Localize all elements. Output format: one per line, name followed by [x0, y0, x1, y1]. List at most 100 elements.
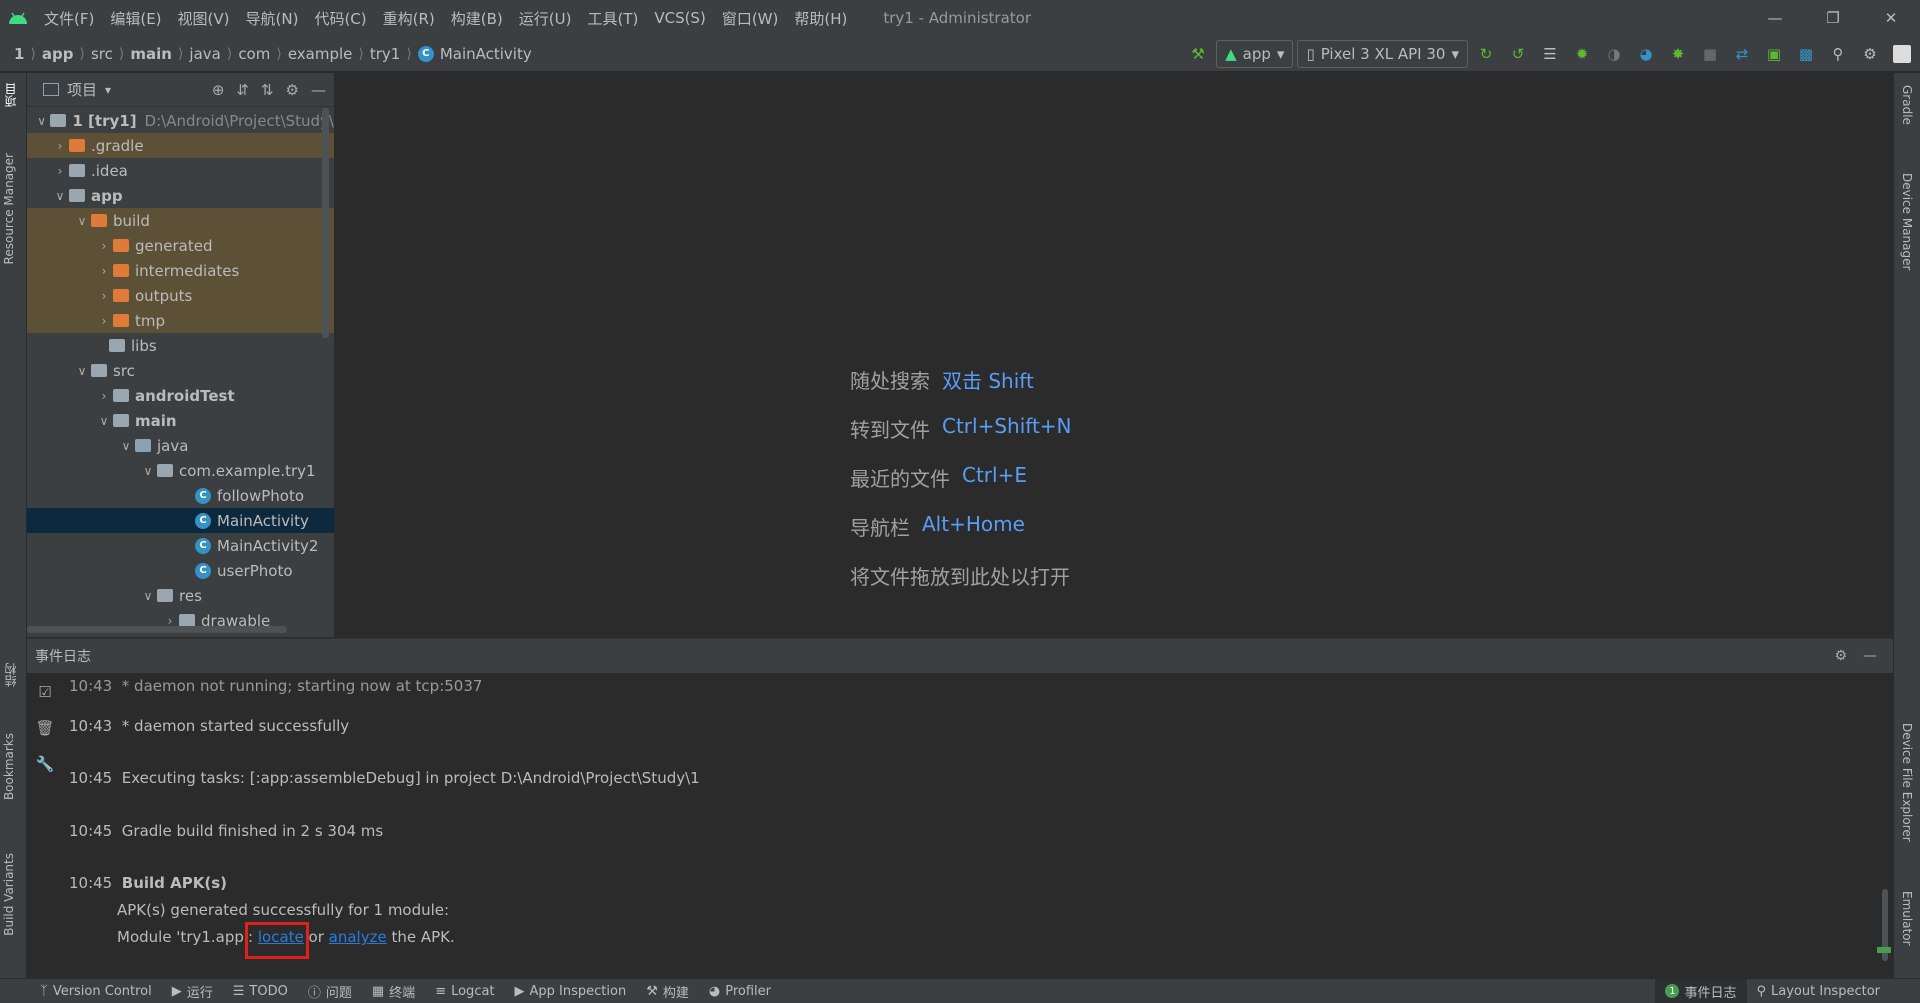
chevron-down-icon[interactable]: ∨	[73, 214, 91, 228]
collapse-all-icon[interactable]: ⇅	[261, 81, 274, 99]
menu-vcs[interactable]: VCS(S)	[646, 9, 713, 27]
chevron-down-icon[interactable]: ∨	[139, 464, 157, 478]
tab-gradle[interactable]: Gradle	[1900, 85, 1914, 125]
tree-item-app[interactable]: ∨ app	[27, 183, 334, 208]
breadcrumb-java[interactable]: java	[183, 45, 226, 63]
device-select[interactable]: ▯ Pixel 3 XL API 30 ▾	[1297, 39, 1468, 68]
tab-logcat[interactable]: ≡ Logcat	[425, 979, 504, 1003]
vertical-scrollbar[interactable]	[322, 108, 329, 338]
chevron-right-icon[interactable]: ›	[51, 139, 69, 153]
tree-item-androidtest[interactable]: › androidTest	[27, 383, 334, 408]
hide-panel-icon[interactable]: —	[311, 81, 326, 99]
profile-icon[interactable]: ◕	[1632, 40, 1660, 68]
tree-item-libs[interactable]: libs	[27, 333, 334, 358]
breadcrumb-try1[interactable]: try1	[364, 45, 406, 63]
device-manager-icon[interactable]: ▣	[1760, 40, 1788, 68]
tab-app-inspection[interactable]: ▶ App Inspection	[505, 979, 637, 1003]
menu-help[interactable]: 帮助(H)	[786, 8, 855, 29]
chevron-down-icon[interactable]: ∨	[33, 114, 50, 128]
tab-resource-manager[interactable]: Resource Manager	[2, 153, 16, 264]
chevron-down-icon[interactable]: ∨	[73, 364, 91, 378]
run-list-icon[interactable]: ☰	[1536, 40, 1564, 68]
breadcrumb-main[interactable]: main	[124, 45, 178, 63]
tree-item-gradle[interactable]: › .gradle	[27, 133, 334, 158]
tab-build[interactable]: ⚒ 构建	[636, 979, 699, 1003]
hide-panel-icon[interactable]: —	[1863, 648, 1877, 664]
gear-icon[interactable]: ⚙	[1856, 40, 1884, 68]
tree-item-mainactivity2[interactable]: C MainActivity2	[27, 533, 334, 558]
wrench-icon[interactable]: 🔧	[36, 755, 55, 773]
coverage-icon[interactable]: ◑	[1600, 40, 1628, 68]
chevron-right-icon[interactable]: ›	[95, 264, 113, 278]
tab-build-variants[interactable]: Build Variants	[2, 853, 16, 936]
tree-item-build[interactable]: ∨ build	[27, 208, 334, 233]
gear-icon[interactable]: ⚙	[286, 81, 299, 99]
breadcrumb-project[interactable]: 1	[0, 45, 30, 63]
menu-tools[interactable]: 工具(T)	[579, 8, 646, 29]
chevron-down-icon[interactable]: ▾	[105, 83, 111, 97]
menu-file[interactable]: 文件(F)	[36, 8, 102, 29]
tree-item-generated[interactable]: › generated	[27, 233, 334, 258]
tab-device-manager[interactable]: Device Manager	[1900, 173, 1914, 270]
tab-version-control[interactable]: ᛉ Version Control	[0, 979, 162, 1003]
chevron-right-icon[interactable]: ›	[95, 314, 113, 328]
trash-icon[interactable]: 🗑	[35, 719, 54, 737]
tree-item-tmp[interactable]: › tmp	[27, 308, 334, 333]
minimize-button[interactable]: —	[1746, 0, 1804, 36]
tab-device-file-explorer[interactable]: Device File Explorer	[1900, 723, 1914, 842]
chevron-right-icon[interactable]: ›	[95, 389, 113, 403]
tree-item-userphoto[interactable]: C userPhoto	[27, 558, 334, 583]
tree-item-mainactivity[interactable]: C MainActivity	[27, 508, 334, 533]
tab-layout-inspector[interactable]: ⚲ Layout Inspector	[1747, 979, 1920, 1003]
tree-item-src[interactable]: ∨ src	[27, 358, 334, 383]
tab-profiler[interactable]: ◕ Profiler	[699, 979, 781, 1003]
chevron-down-icon[interactable]: ∨	[51, 189, 69, 203]
tree-item-followphoto[interactable]: C followPhoto	[27, 483, 334, 508]
menu-run[interactable]: 运行(U)	[511, 8, 580, 29]
menu-edit[interactable]: 编辑(E)	[102, 8, 169, 29]
tab-event-log[interactable]: 1 事件日志	[1655, 978, 1747, 1003]
gear-icon[interactable]: ⚙	[1834, 648, 1847, 664]
apply-changes-restart-icon[interactable]: ↻	[1472, 40, 1500, 68]
debug-icon[interactable]: ✹	[1568, 40, 1596, 68]
tree-item-outputs[interactable]: › outputs	[27, 283, 334, 308]
user-avatar-icon[interactable]	[1888, 40, 1916, 68]
chevron-right-icon[interactable]: ›	[95, 239, 113, 253]
menu-build[interactable]: 构建(B)	[443, 8, 511, 29]
tab-todo[interactable]: ☰ TODO	[223, 979, 298, 1003]
chevron-down-icon[interactable]: ∨	[139, 589, 157, 603]
chevron-right-icon[interactable]: ›	[51, 164, 69, 178]
project-panel-title[interactable]: 项目	[67, 79, 97, 100]
hammer-build-icon[interactable]: ⚒	[1184, 40, 1212, 68]
menu-window[interactable]: 窗口(W)	[714, 8, 787, 29]
tab-structure[interactable]: 结构	[2, 663, 19, 687]
menu-code[interactable]: 代码(C)	[306, 8, 374, 29]
sdk-manager-icon[interactable]: ▩	[1792, 40, 1820, 68]
stop-icon[interactable]: ■	[1696, 40, 1724, 68]
tree-item-idea[interactable]: › .idea	[27, 158, 334, 183]
tab-project[interactable]: 项目	[2, 83, 19, 107]
breadcrumb-mainactivity[interactable]: MainActivity	[440, 45, 538, 63]
tab-emulator[interactable]: Emulator	[1900, 891, 1914, 946]
tree-item-res[interactable]: ∨ res	[27, 583, 334, 608]
close-button[interactable]: ✕	[1862, 0, 1920, 36]
breadcrumb-src[interactable]: src	[85, 45, 119, 63]
tree-item-package[interactable]: ∨ com.example.try1	[27, 458, 334, 483]
tab-problems[interactable]: ⓘ 问题	[298, 979, 362, 1003]
locate-target-icon[interactable]: ⊕	[212, 81, 225, 99]
menu-refactor[interactable]: 重构(R)	[375, 8, 443, 29]
attach-debugger-icon[interactable]: ✸	[1664, 40, 1692, 68]
analyze-link[interactable]: analyze	[329, 928, 387, 946]
chevron-down-icon[interactable]: ∨	[95, 414, 113, 428]
breadcrumb-app[interactable]: app	[36, 45, 80, 63]
sync-gradle-icon[interactable]: ⇄	[1728, 40, 1756, 68]
apply-code-changes-icon[interactable]: ↺	[1504, 40, 1532, 68]
tree-root[interactable]: ∨ 1 [try1] D:\Android\Project\Study\	[27, 108, 334, 133]
tab-bookmarks[interactable]: Bookmarks	[2, 733, 16, 800]
tree-item-intermediates[interactable]: › intermediates	[27, 258, 334, 283]
tab-run[interactable]: ▶ 运行	[162, 979, 223, 1003]
menu-view[interactable]: 视图(V)	[170, 8, 238, 29]
breadcrumb-example[interactable]: example	[282, 45, 359, 63]
chevron-right-icon[interactable]: ›	[95, 289, 113, 303]
chevron-down-icon[interactable]: ∨	[117, 439, 135, 453]
